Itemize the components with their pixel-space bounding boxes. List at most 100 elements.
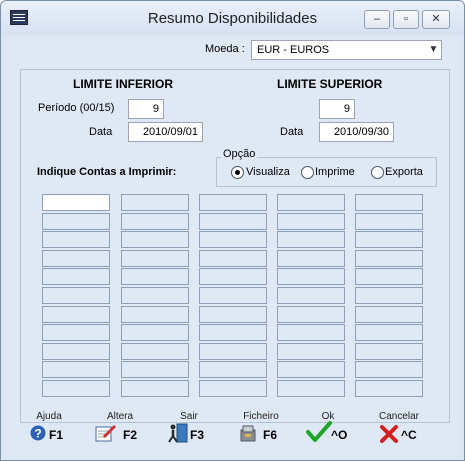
altera-button[interactable]: Altera F2 bbox=[95, 411, 145, 442]
conta-cell[interactable] bbox=[42, 268, 110, 285]
ajuda-button[interactable]: Ajuda ? F1 bbox=[29, 411, 69, 442]
ajuda-caption: Ajuda bbox=[36, 411, 62, 422]
ok-key: ^O bbox=[331, 428, 348, 442]
exit-icon bbox=[168, 423, 188, 443]
conta-cell[interactable] bbox=[277, 380, 345, 397]
conta-cell[interactable] bbox=[199, 250, 267, 267]
opcao-title: Opção bbox=[221, 148, 258, 160]
limite-inferior-heading: LIMITE INFERIOR bbox=[73, 77, 173, 91]
maximize-button[interactable]: ▫ bbox=[393, 10, 419, 29]
exporta-label[interactable]: Exporta bbox=[385, 166, 423, 178]
moeda-label: Moeda : bbox=[205, 43, 245, 55]
altera-key: F2 bbox=[123, 428, 138, 442]
sair-key: F3 bbox=[190, 428, 205, 442]
conta-cell[interactable] bbox=[121, 306, 189, 323]
edit-icon bbox=[95, 424, 117, 442]
ajuda-key: F1 bbox=[49, 428, 64, 442]
altera-caption: Altera bbox=[106, 411, 134, 422]
conta-cell[interactable] bbox=[42, 306, 110, 323]
conta-cell[interactable] bbox=[277, 194, 345, 211]
conta-cell[interactable] bbox=[355, 231, 423, 248]
conta-cell[interactable] bbox=[42, 361, 110, 378]
moeda-select[interactable]: EUR - EUROS ▼ bbox=[251, 40, 442, 60]
ok-button[interactable]: Ok ^O bbox=[303, 411, 353, 442]
conta-cell[interactable] bbox=[199, 213, 267, 230]
ficheiro-caption: Ficheiro bbox=[243, 411, 279, 422]
conta-cell[interactable] bbox=[42, 287, 110, 304]
exporta-radio[interactable] bbox=[371, 166, 384, 179]
sair-button[interactable]: Sair F3 bbox=[167, 411, 211, 443]
cancelar-button[interactable]: Cancelar ^C bbox=[374, 411, 424, 443]
conta-cell[interactable] bbox=[277, 324, 345, 341]
conta-cell[interactable] bbox=[42, 231, 110, 248]
conta-cell[interactable] bbox=[199, 231, 267, 248]
conta-cell[interactable] bbox=[355, 250, 423, 267]
data-inferior-label: Data bbox=[89, 126, 113, 138]
conta-cell[interactable] bbox=[355, 343, 423, 360]
title-bar[interactable]: Resumo Disponibilidades – ▫ ✕ bbox=[1, 1, 464, 35]
client-area: Moeda : EUR - EUROS ▼ LIMITE INFERIOR LI… bbox=[7, 35, 458, 458]
cancelar-caption: Cancelar bbox=[378, 411, 420, 422]
conta-cell[interactable] bbox=[277, 250, 345, 267]
conta-cell[interactable] bbox=[277, 343, 345, 360]
conta-cell[interactable] bbox=[42, 213, 110, 230]
conta-cell[interactable] bbox=[121, 287, 189, 304]
conta-cell[interactable] bbox=[277, 287, 345, 304]
conta-cell[interactable] bbox=[42, 380, 110, 397]
conta-cell[interactable] bbox=[121, 268, 189, 285]
conta-cell[interactable] bbox=[42, 250, 110, 267]
opcao-group: Visualiza Imprime Exporta bbox=[216, 157, 437, 187]
conta-cell[interactable] bbox=[277, 213, 345, 230]
conta-cell[interactable] bbox=[199, 268, 267, 285]
conta-cell[interactable] bbox=[277, 231, 345, 248]
sair-caption: Sair bbox=[180, 411, 198, 422]
ficheiro-key: F6 bbox=[263, 428, 278, 442]
conta-cell[interactable] bbox=[199, 194, 267, 211]
conta-cell[interactable] bbox=[277, 306, 345, 323]
conta-cell[interactable] bbox=[42, 343, 110, 360]
conta-cell[interactable] bbox=[42, 194, 110, 211]
data-superior-input[interactable]: 2010/09/30 bbox=[319, 122, 394, 142]
conta-cell[interactable] bbox=[355, 380, 423, 397]
conta-cell[interactable] bbox=[121, 194, 189, 211]
conta-cell[interactable] bbox=[199, 287, 267, 304]
data-superior-label: Data bbox=[280, 126, 304, 138]
conta-cell[interactable] bbox=[355, 213, 423, 230]
conta-cell[interactable] bbox=[199, 306, 267, 323]
conta-cell[interactable] bbox=[121, 380, 189, 397]
conta-cell[interactable] bbox=[355, 361, 423, 378]
periodo-label: Período (00/15) bbox=[38, 102, 115, 114]
chevron-down-icon[interactable]: ▼ bbox=[426, 41, 441, 59]
conta-cell[interactable] bbox=[277, 361, 345, 378]
periodo-inferior-input[interactable]: 9 bbox=[128, 99, 164, 119]
periodo-superior-input[interactable]: 9 bbox=[319, 99, 355, 119]
conta-cell[interactable] bbox=[355, 306, 423, 323]
data-inferior-input[interactable]: 2010/09/01 bbox=[128, 122, 203, 142]
conta-cell[interactable] bbox=[355, 324, 423, 341]
visualiza-label[interactable]: Visualiza bbox=[246, 166, 290, 178]
conta-cell[interactable] bbox=[277, 268, 345, 285]
conta-cell[interactable] bbox=[199, 361, 267, 378]
minimize-button[interactable]: – bbox=[364, 10, 390, 29]
conta-cell[interactable] bbox=[42, 324, 110, 341]
visualiza-radio[interactable] bbox=[231, 166, 244, 179]
conta-cell[interactable] bbox=[121, 361, 189, 378]
conta-cell[interactable] bbox=[355, 268, 423, 285]
conta-cell[interactable] bbox=[121, 231, 189, 248]
cancelar-key: ^C bbox=[401, 428, 417, 442]
conta-cell[interactable] bbox=[199, 324, 267, 341]
conta-cell[interactable] bbox=[121, 343, 189, 360]
moeda-value: EUR - EUROS bbox=[257, 44, 330, 56]
conta-cell[interactable] bbox=[121, 324, 189, 341]
conta-cell[interactable] bbox=[121, 213, 189, 230]
conta-cell[interactable] bbox=[355, 287, 423, 304]
conta-cell[interactable] bbox=[199, 343, 267, 360]
imprime-label[interactable]: Imprime bbox=[315, 166, 355, 178]
contas-label: Indique Contas a Imprimir: bbox=[37, 166, 177, 178]
conta-cell[interactable] bbox=[199, 380, 267, 397]
conta-cell[interactable] bbox=[121, 250, 189, 267]
ficheiro-button[interactable]: Ficheiro F6 bbox=[236, 411, 286, 442]
close-button[interactable]: ✕ bbox=[422, 10, 450, 29]
imprime-radio[interactable] bbox=[301, 166, 314, 179]
conta-cell[interactable] bbox=[355, 194, 423, 211]
